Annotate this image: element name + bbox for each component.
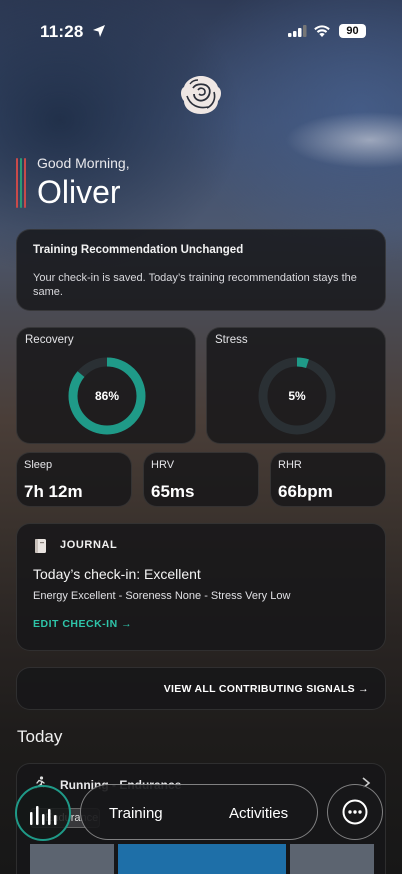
nav-training-tab[interactable]: Training (109, 805, 163, 822)
greeting-accent-bar (16, 158, 26, 208)
user-name: Oliver (37, 174, 121, 210)
rhr-value: 66bpm (278, 482, 333, 501)
recovery-card[interactable]: Recovery 86% (16, 327, 196, 444)
location-arrow-icon (93, 25, 105, 37)
journal-card: JOURNAL Today’s check-in: Excellent Ener… (16, 523, 386, 651)
recovery-value: 86% (94, 389, 120, 403)
journal-book-icon (35, 539, 46, 553)
journal-title: JOURNAL (60, 539, 118, 551)
status-bar: 11:28 90 (0, 22, 402, 44)
hrv-card[interactable]: HRV 65ms (143, 452, 259, 507)
more-options-button[interactable] (327, 784, 383, 840)
recommendation-body: Your check-in is saved. Today’s training… (33, 272, 357, 298)
stress-card[interactable]: Stress 5% (206, 327, 386, 444)
bar-chart-icon (30, 806, 57, 825)
status-time: 11:28 (40, 22, 84, 41)
sleep-label: Sleep (24, 459, 53, 471)
training-recommendation-card[interactable]: Training Recommendation Unchanged Your c… (16, 229, 386, 311)
hrv-label: HRV (151, 459, 175, 471)
wifi-icon (314, 25, 330, 37)
checkin-detail: Energy Excellent - Soreness None - Stres… (33, 590, 291, 602)
more-dots-icon (342, 799, 368, 825)
stress-value: 5% (288, 389, 306, 403)
rose-logo-icon (181, 76, 221, 114)
stats-nav-button[interactable] (15, 785, 71, 841)
greeting-salutation: Good Morning, (37, 155, 130, 171)
battery-indicator: 90 (339, 24, 366, 38)
recovery-label: Recovery (25, 334, 74, 346)
sleep-card[interactable]: Sleep 7h 12m (16, 452, 132, 507)
recommendation-title: Training Recommendation Unchanged (33, 244, 244, 256)
today-heading: Today (17, 727, 63, 746)
nav-activities-tab[interactable]: Activities (229, 805, 288, 822)
activity-intensity-bar (30, 844, 374, 874)
rhr-card[interactable]: RHR 66bpm (270, 452, 386, 507)
main-nav-pill: Training Activities (80, 784, 318, 840)
cellular-signal-icon (288, 25, 307, 37)
view-all-signals-button[interactable]: VIEW ALL CONTRIBUTING SIGNALS → (16, 667, 386, 710)
stress-label: Stress (215, 334, 248, 346)
rhr-label: RHR (278, 459, 302, 471)
sleep-value: 7h 12m (24, 482, 83, 501)
checkin-summary: Today’s check-in: Excellent (33, 566, 201, 582)
view-all-signals-label: VIEW ALL CONTRIBUTING SIGNALS → (163, 683, 369, 695)
edit-checkin-link[interactable]: EDIT CHECK-IN → (33, 618, 132, 630)
hrv-value: 65ms (151, 482, 195, 501)
